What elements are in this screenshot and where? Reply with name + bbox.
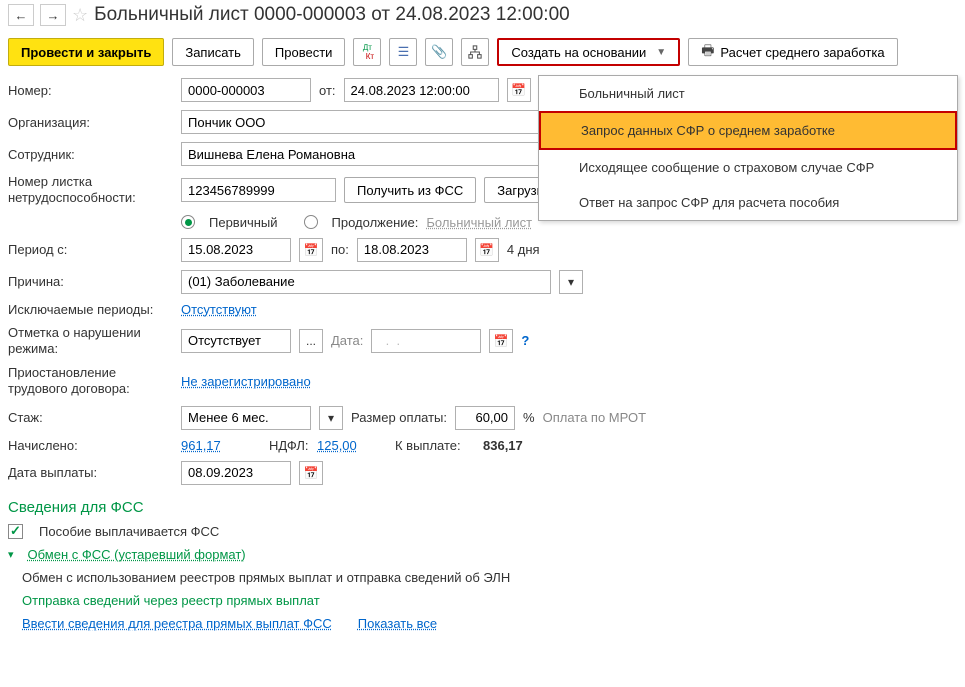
- calendar-icon-period-from[interactable]: 📅: [299, 238, 323, 262]
- period-days: 4 дня: [507, 242, 540, 257]
- enter-registry-data-link[interactable]: Ввести сведения для реестра прямых выпла…: [22, 616, 332, 631]
- org-label: Организация:: [8, 115, 173, 130]
- continuation-radio[interactable]: [304, 215, 318, 229]
- suspension-link[interactable]: Не зарегистрировано: [181, 374, 311, 389]
- paid-by-fss-checkbox[interactable]: [8, 524, 23, 539]
- hierarchy-icon-button[interactable]: [461, 38, 489, 66]
- to-pay-label: К выплате:: [395, 438, 475, 453]
- accrued-link[interactable]: 961,17: [181, 438, 261, 453]
- seniority-dropdown-icon[interactable]: ▾: [319, 406, 343, 430]
- chevron-down-icon[interactable]: ▾: [8, 548, 14, 561]
- pay-date-input[interactable]: [181, 461, 291, 485]
- nav-back-button[interactable]: ←: [8, 4, 34, 26]
- percent-symbol: %: [523, 410, 535, 425]
- ndfl-link[interactable]: 125,00: [317, 438, 387, 453]
- favorite-star-icon[interactable]: ☆: [72, 5, 88, 26]
- violation-date-label: Дата:: [331, 333, 363, 348]
- create-based-on-menu: Больничный лист Запрос данных СФР о сред…: [538, 75, 958, 221]
- violation-label-1: Отметка о нарушении: [8, 325, 173, 341]
- period-from-label: Период с:: [8, 242, 173, 257]
- help-icon[interactable]: ?: [521, 333, 529, 348]
- to-pay-value: 836,17: [483, 438, 523, 453]
- period-to-input[interactable]: [357, 238, 467, 262]
- excluded-periods-label: Исключаемые периоды:: [8, 302, 173, 317]
- exchange-old-format-link[interactable]: Обмен с ФСС (устаревший формат): [28, 547, 246, 562]
- reason-input[interactable]: [181, 270, 551, 294]
- excluded-periods-link[interactable]: Отсутствуют: [181, 302, 257, 317]
- ndfl-label: НДФЛ:: [269, 438, 309, 453]
- attach-icon-button[interactable]: 📎: [425, 38, 453, 66]
- from-date-input[interactable]: [344, 78, 499, 102]
- create-based-on-dropdown[interactable]: Создать на основании ▼: [497, 38, 680, 66]
- cert-number-label-2: нетрудоспособности:: [8, 190, 173, 206]
- print-icon: 🖶: [701, 40, 714, 64]
- cert-number-label: Номер листка нетрудоспособности:: [8, 174, 173, 207]
- dropdown-item-outgoing-msg[interactable]: Исходящее сообщение о страховом случае С…: [539, 150, 957, 185]
- violation-label-2: режима:: [8, 341, 173, 357]
- pay-date-label: Дата выплаты:: [8, 465, 173, 480]
- paid-by-fss-label: Пособие выплачивается ФСС: [39, 524, 219, 539]
- debit-credit-icon-button[interactable]: ДтКт: [353, 38, 381, 66]
- accrued-label: Начислено:: [8, 438, 173, 453]
- avg-salary-calc-button[interactable]: 🖶 Расчет среднего заработка: [688, 38, 897, 66]
- period-from-input[interactable]: [181, 238, 291, 262]
- suspension-label-1: Приостановление: [8, 365, 173, 381]
- reason-dropdown-icon[interactable]: ▾: [559, 270, 583, 294]
- org-input[interactable]: [181, 110, 551, 134]
- list-icon-button[interactable]: ☰: [389, 38, 417, 66]
- violation-more-button[interactable]: ...: [299, 329, 323, 353]
- dropdown-item-sick-leave[interactable]: Больничный лист: [539, 76, 957, 111]
- get-from-fss-button[interactable]: Получить из ФСС: [344, 177, 476, 203]
- calendar-icon-paydate[interactable]: 📅: [299, 461, 323, 485]
- cert-number-input[interactable]: [181, 178, 336, 202]
- violation-date-input[interactable]: [371, 329, 481, 353]
- employee-input[interactable]: [181, 142, 551, 166]
- exchange-description: Обмен с использованием реестров прямых в…: [22, 570, 510, 585]
- number-label: Номер:: [8, 83, 173, 98]
- create-based-on-label: Создать на основании: [511, 45, 646, 60]
- continuation-label: Продолжение:: [332, 215, 419, 230]
- submit-and-close-button[interactable]: Провести и закрыть: [8, 38, 164, 66]
- show-all-link[interactable]: Показать все: [358, 616, 437, 631]
- fss-section-title: Сведения для ФСС: [0, 489, 965, 520]
- calendar-icon-from[interactable]: 📅: [507, 78, 531, 102]
- pay-rate-label: Размер оплаты:: [351, 410, 447, 425]
- continuation-link[interactable]: Больничный лист: [426, 215, 532, 230]
- suspension-label-2: трудового договора:: [8, 381, 173, 397]
- save-button[interactable]: Записать: [172, 38, 254, 66]
- primary-radio[interactable]: [181, 215, 195, 229]
- avg-salary-calc-label: Расчет среднего заработка: [720, 45, 884, 60]
- submit-button[interactable]: Провести: [262, 38, 346, 66]
- page-title: Больничный лист 0000-000003 от 24.08.202…: [94, 4, 570, 26]
- employee-label: Сотрудник:: [8, 147, 173, 162]
- nav-forward-button[interactable]: →: [40, 4, 66, 26]
- send-via-registry-label: Отправка сведений через реестр прямых вы…: [22, 593, 320, 608]
- number-input[interactable]: [181, 78, 311, 102]
- seniority-input[interactable]: [181, 406, 311, 430]
- seniority-label: Стаж:: [8, 410, 173, 425]
- cert-number-label-1: Номер листка: [8, 174, 173, 190]
- calendar-icon-violation[interactable]: 📅: [489, 329, 513, 353]
- suspension-label: Приостановление трудового договора:: [8, 365, 173, 398]
- calendar-icon-period-to[interactable]: 📅: [475, 238, 499, 262]
- pay-rate-input[interactable]: [455, 406, 515, 430]
- dropdown-item-sfr-request[interactable]: Запрос данных СФР о среднем заработке: [539, 111, 957, 150]
- mrot-note: Оплата по МРОТ: [543, 410, 646, 425]
- violation-label: Отметка о нарушении режима:: [8, 325, 173, 358]
- primary-label: Первичный: [209, 215, 278, 230]
- dropdown-item-sfr-response[interactable]: Ответ на запрос СФР для расчета пособия: [539, 185, 957, 220]
- from-label: от:: [319, 83, 336, 98]
- chevron-down-icon: ▼: [656, 47, 666, 58]
- violation-input[interactable]: [181, 329, 291, 353]
- reason-label: Причина:: [8, 274, 173, 289]
- period-to-label: по:: [331, 242, 349, 257]
